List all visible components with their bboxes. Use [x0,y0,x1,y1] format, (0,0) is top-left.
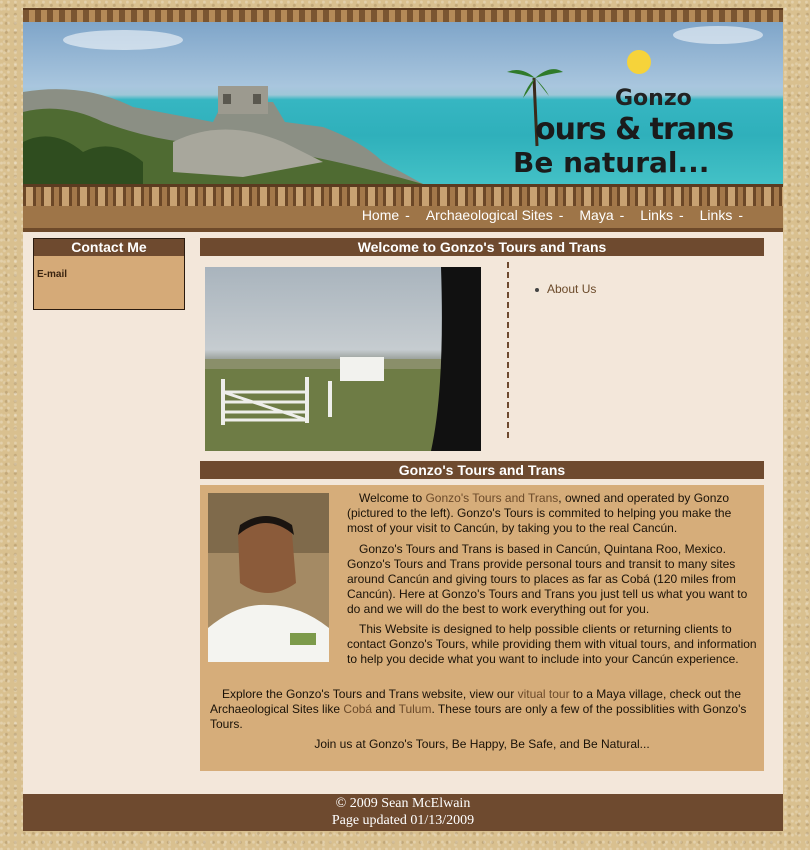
nav-separator: - [678,207,684,223]
sun-icon [627,50,651,74]
logo-tours-text: ours & trans [535,112,734,147]
article-box: Welcome to Gonzo's Tours and Trans, owne… [200,485,764,771]
bullet-icon [535,287,539,292]
portrait-image [208,493,329,662]
logo-gonzo-text: Gonzo [615,86,692,111]
welcome-heading: Welcome to Gonzo's Tours and Trans [200,238,764,256]
nav-label: Maya [579,207,614,223]
main-content: Contact Me E-mail Welcome to Gonzo's Tou… [23,232,783,794]
gonzo-portrait-photo [208,493,329,662]
logo-tagline: Be natural... [513,146,710,179]
page-wrapper: Gonzo ours & trans Be natural... Home - A… [23,0,783,850]
contact-box: Contact Me E-mail [33,238,185,310]
intro-paragraph: Welcome to Gonzo's Tours and Trans, owne… [347,491,757,536]
nav-label: Home [361,207,400,223]
nav-label: Links [640,207,673,223]
virtual-tour-link[interactable]: vitual tour [518,687,570,701]
welcome-link-list: About Us [535,282,596,296]
text-span: and [372,702,399,716]
article-heading: Gonzo's Tours and Trans [200,461,764,479]
nav-label: Archaeological Sites [425,207,553,223]
copyright-text: © 2009 Sean McElwain [335,796,471,811]
nav-separator: - [619,207,625,223]
text-span: Welcome to [359,491,426,505]
nav-item-maya[interactable]: Maya - [571,206,632,228]
tulum-link[interactable]: Tulum [399,702,432,716]
about-paragraph: Gonzo's Tours and Trans is based in Canc… [347,542,748,616]
website-paragraph: This Website is designed to help possibl… [347,622,757,666]
nav-menu: Home - Archaeological Sites - Maya - Links -… [354,206,751,228]
contact-title: Contact Me [34,239,184,256]
nav-separator: - [405,207,410,223]
landscape-image [205,267,481,451]
updated-text: Page updated 01/13/2009 [331,813,475,828]
coba-link[interactable]: Cobá [343,702,372,716]
logo: Gonzo ours & trans Be natural... [501,46,741,179]
landscape-photo [205,267,481,451]
about-us-link[interactable]: About Us [547,282,596,296]
cloud [63,30,183,50]
footer: © 2009 Sean McElwain Page updated 01/13/… [23,794,783,831]
main-navigation: Home - Archaeological Sites - Maya - Links -… [23,206,783,228]
nav-label: Links [699,207,733,223]
explore-paragraph: Explore the Gonzo's Tours and Trans webs… [210,687,758,732]
cliff-ruins-illustration [23,86,423,184]
nav-item-home[interactable]: Home - [354,206,418,228]
nav-separator: - [558,207,564,223]
text-span: Explore the Gonzo's Tours and Trans webs… [222,687,518,701]
nav-item-links-2[interactable]: Links - [692,206,751,228]
nav-item-archaeological-sites[interactable]: Archaeological Sites - [418,206,572,228]
header-banner: Gonzo ours & trans Be natural... [23,22,783,184]
nav-separator: - [738,207,743,223]
column-divider [507,262,509,438]
tours-link[interactable]: Gonzo's Tours and Trans [425,491,558,505]
cloud [673,26,763,44]
email-link[interactable]: E-mail [37,269,67,280]
closing-paragraph: Join us at Gonzo's Tours, Be Happy, Be S… [314,737,650,751]
nav-item-links[interactable]: Links - [632,206,691,228]
